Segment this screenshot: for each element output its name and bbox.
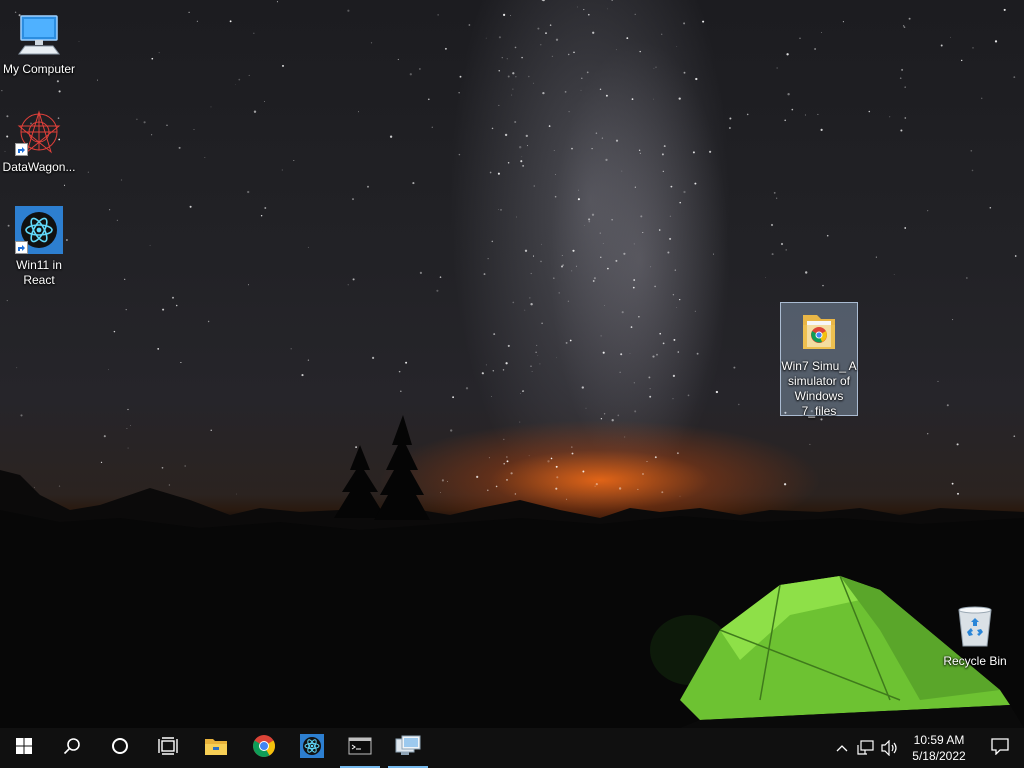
desktop-icon-recycle-bin[interactable]: Recycle Bin bbox=[936, 598, 1014, 669]
taskbar-chrome[interactable] bbox=[240, 728, 288, 768]
clock-time: 10:59 AM bbox=[913, 733, 965, 747]
task-view-icon bbox=[158, 736, 178, 760]
desktop-icon-win11-react[interactable]: Win11 in React bbox=[0, 202, 78, 288]
chrome-folder-icon bbox=[795, 307, 843, 355]
monitor-icon bbox=[15, 10, 63, 58]
taskbar-remote-app[interactable] bbox=[384, 728, 432, 768]
desktop-icon-datawagon[interactable]: DataWagon... bbox=[0, 104, 78, 175]
terminal-icon bbox=[348, 736, 372, 761]
action-center-icon bbox=[991, 737, 1009, 760]
desktop-icon-label: Win11 in React bbox=[16, 258, 62, 287]
volume-icon[interactable] bbox=[878, 728, 902, 768]
desktop-icon-label: My Computer bbox=[2, 62, 76, 76]
network-icon[interactable] bbox=[854, 728, 878, 768]
windows-logo-icon bbox=[16, 737, 32, 759]
react-atom-icon bbox=[15, 206, 63, 254]
shortcut-arrow-icon bbox=[15, 241, 28, 254]
landscape-silhouette bbox=[0, 415, 1024, 728]
clock-date: 5/18/2022 bbox=[912, 749, 966, 763]
recycle-bin-icon bbox=[951, 602, 999, 650]
chevron-up-icon[interactable] bbox=[830, 728, 854, 768]
taskbar-clock[interactable]: 10:59 AM 5/18/2022 bbox=[902, 728, 976, 768]
shortcut-arrow-icon bbox=[15, 143, 28, 156]
task-view-button[interactable] bbox=[144, 728, 192, 768]
taskbar-terminal[interactable] bbox=[336, 728, 384, 768]
taskbar-react-app[interactable] bbox=[288, 728, 336, 768]
taskbar: 10:59 AM 5/18/2022 bbox=[0, 728, 1024, 768]
desktop-icon-win7-files[interactable]: Win7 Simu_ A simulator of Windows 7_file… bbox=[780, 302, 858, 418]
chrome-icon bbox=[252, 734, 276, 763]
desktop[interactable]: My Computer DataWagon... Win11 in React … bbox=[0, 0, 1024, 728]
datawagon-logo-icon bbox=[15, 108, 63, 156]
search-button[interactable] bbox=[48, 728, 96, 768]
cortana-button[interactable] bbox=[96, 728, 144, 768]
cortana-circle-icon bbox=[111, 737, 129, 760]
taskbar-file-explorer[interactable] bbox=[192, 728, 240, 768]
start-button[interactable] bbox=[0, 728, 48, 768]
desktop-icon-my-computer[interactable]: My Computer bbox=[0, 6, 78, 77]
desktop-icon-label: Recycle Bin bbox=[943, 654, 1007, 668]
remote-desktop-icon bbox=[395, 735, 421, 762]
search-icon bbox=[63, 737, 81, 760]
react-atom-icon bbox=[300, 733, 324, 763]
action-center-button[interactable] bbox=[976, 728, 1024, 768]
desktop-icon-label: DataWagon... bbox=[2, 160, 76, 174]
folder-icon bbox=[204, 736, 228, 761]
desktop-icon-label: Win7 Simu_ A simulator of Windows 7_file… bbox=[781, 359, 857, 418]
system-tray: 10:59 AM 5/18/2022 bbox=[830, 728, 1024, 768]
